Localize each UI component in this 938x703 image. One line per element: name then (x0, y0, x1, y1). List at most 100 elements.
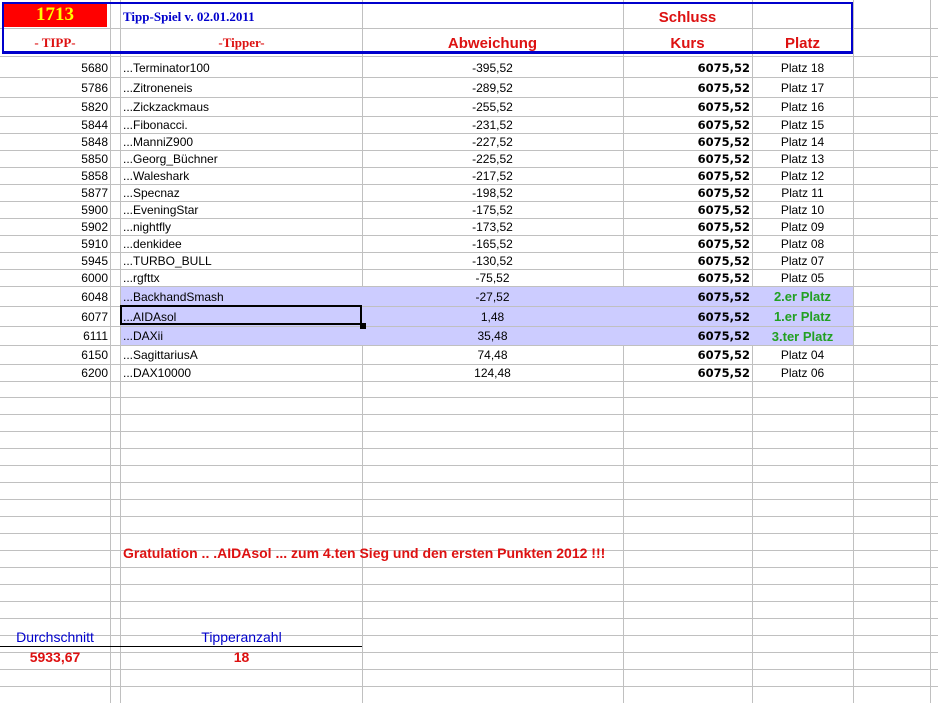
table-row: 5858 ...Waleshark -217,52 6075,52 Platz 12 (0, 168, 938, 185)
kurs-value[interactable]: 6075,52 (623, 98, 752, 116)
platz-value[interactable]: Platz 06 (752, 365, 853, 381)
tipp-value[interactable]: 5902 (0, 219, 110, 235)
tipp-value[interactable]: 6200 (0, 365, 110, 381)
abweichung-value[interactable]: -27,52 (362, 287, 623, 306)
kurs-value[interactable]: 6075,52 (623, 365, 752, 381)
abweichung-value[interactable]: -225,52 (362, 151, 623, 167)
platz-value[interactable]: Platz 08 (752, 236, 853, 252)
kurs-value[interactable]: 6075,52 (623, 202, 752, 218)
tipp-value[interactable]: 5680 (0, 58, 110, 77)
average-label: Durchschnitt (16, 629, 94, 645)
platz-value[interactable]: 2.er Platz (752, 287, 853, 306)
platz-value[interactable]: Platz 12 (752, 168, 853, 184)
platz-value[interactable]: Platz 04 (752, 346, 853, 364)
tipp-value[interactable]: 6000 (0, 270, 110, 286)
tipper-name[interactable]: ...Zickzackmaus (121, 98, 362, 116)
tipp-value[interactable]: 5945 (0, 253, 110, 269)
tipp-value[interactable]: 6077 (0, 307, 110, 326)
abweichung-value[interactable]: -227,52 (362, 134, 623, 150)
platz-value[interactable]: Platz 07 (752, 253, 853, 269)
tipp-value[interactable]: 5786 (0, 78, 110, 97)
table-row: 5902 ...nightfly -173,52 6075,52 Platz 09 (0, 219, 938, 236)
tipp-value[interactable]: 5848 (0, 134, 110, 150)
kurs-value[interactable]: 6075,52 (623, 253, 752, 269)
tipper-name[interactable]: ...nightfly (121, 219, 362, 235)
platz-value[interactable]: 1.er Platz (752, 307, 853, 326)
tipper-name[interactable]: ...Specnaz (121, 185, 362, 201)
platz-value[interactable]: Platz 10 (752, 202, 853, 218)
abweichung-value[interactable]: -75,52 (362, 270, 623, 286)
abweichung-value[interactable]: -130,52 (362, 253, 623, 269)
tipp-value[interactable]: 6111 (0, 327, 110, 345)
kurs-value[interactable]: 6075,52 (623, 219, 752, 235)
platz-value[interactable]: Platz 14 (752, 134, 853, 150)
abweichung-value[interactable]: -175,52 (362, 202, 623, 218)
tipper-name[interactable]: ...DAXii (121, 327, 362, 345)
abweichung-value[interactable]: 74,48 (362, 346, 623, 364)
kurs-value[interactable]: 6075,52 (623, 117, 752, 133)
abweichung-value[interactable]: 124,48 (362, 365, 623, 381)
kurs-value[interactable]: 6075,52 (623, 78, 752, 97)
tipper-name[interactable]: ...Zitroneneis (121, 78, 362, 97)
abweichung-value[interactable]: -289,52 (362, 78, 623, 97)
abweichung-value[interactable]: -255,52 (362, 98, 623, 116)
kurs-value[interactable]: 6075,52 (623, 168, 752, 184)
tipp-value[interactable]: 5877 (0, 185, 110, 201)
tipp-value[interactable]: 5900 (0, 202, 110, 218)
abweichung-value[interactable]: 1,48 (362, 307, 623, 326)
tipper-name[interactable]: ...EveningStar (121, 202, 362, 218)
kurs-value[interactable]: 6075,52 (623, 58, 752, 77)
table-row: 5910 ...denkidee -165,52 6075,52 Platz 08 (0, 236, 938, 253)
kurs-value[interactable]: 6075,52 (623, 287, 752, 306)
fill-handle[interactable] (360, 323, 366, 329)
tipper-name[interactable]: ...denkidee (121, 236, 362, 252)
abweichung-value[interactable]: -231,52 (362, 117, 623, 133)
kurs-value[interactable]: 6075,52 (623, 346, 752, 364)
tipper-name[interactable]: ...rgfttx (121, 270, 362, 286)
tipp-value[interactable]: 6048 (0, 287, 110, 306)
platz-value[interactable]: Platz 18 (752, 58, 853, 77)
kurs-value[interactable]: 6075,52 (623, 134, 752, 150)
platz-value[interactable]: Platz 11 (752, 185, 853, 201)
table-row: 5945 ...TURBO_BULL -130,52 6075,52 Platz 07 (0, 253, 938, 270)
tipper-name[interactable]: ...Georg_Büchner (121, 151, 362, 167)
tipper-name[interactable]: ...SagittariusA (121, 346, 362, 364)
kurs-value[interactable]: 6075,52 (623, 307, 752, 326)
tipper-name[interactable]: ...DAX10000 (121, 365, 362, 381)
platz-value[interactable]: Platz 17 (752, 78, 853, 97)
tipp-value[interactable]: 5820 (0, 98, 110, 116)
tipp-value[interactable]: 6150 (0, 346, 110, 364)
kurs-value[interactable]: 6075,52 (623, 327, 752, 345)
tipp-value[interactable]: 5910 (0, 236, 110, 252)
table-row: 5786 ...Zitroneneis -289,52 6075,52 Platz 17 (0, 78, 938, 98)
abweichung-value[interactable]: -217,52 (362, 168, 623, 184)
tipp-value[interactable]: 5850 (0, 151, 110, 167)
kurs-value[interactable]: 6075,52 (623, 236, 752, 252)
tipper-name[interactable]: ...ManniZ900 (121, 134, 362, 150)
kurs-value[interactable]: 6075,52 (623, 151, 752, 167)
platz-value[interactable]: Platz 15 (752, 117, 853, 133)
platz-value[interactable]: 3.ter Platz (752, 327, 853, 345)
tipper-name[interactable]: ...Waleshark (121, 168, 362, 184)
abweichung-value[interactable]: -173,52 (362, 219, 623, 235)
abweichung-value[interactable]: -165,52 (362, 236, 623, 252)
header-border (2, 2, 853, 54)
kurs-value[interactable]: 6075,52 (623, 270, 752, 286)
abweichung-value[interactable]: -198,52 (362, 185, 623, 201)
abweichung-value[interactable]: -395,52 (362, 58, 623, 77)
abweichung-value[interactable]: 35,48 (362, 327, 623, 345)
tipper-name[interactable]: ...Fibonacci. (121, 117, 362, 133)
tipper-name[interactable]: ...BackhandSmash (121, 287, 362, 306)
tipper-name[interactable]: ...Terminator100 (121, 58, 362, 77)
tipp-value[interactable]: 5844 (0, 117, 110, 133)
tipp-value[interactable]: 5858 (0, 168, 110, 184)
platz-value[interactable]: Platz 13 (752, 151, 853, 167)
table-row: 5850 ...Georg_Büchner -225,52 6075,52 Platz … (0, 151, 938, 168)
platz-value[interactable]: Platz 09 (752, 219, 853, 235)
kurs-value[interactable]: 6075,52 (623, 185, 752, 201)
selected-cell[interactable] (120, 305, 362, 325)
congratulation-message: Gratulation .. .AIDAsol ... zum 4.ten Si… (123, 545, 606, 561)
platz-value[interactable]: Platz 16 (752, 98, 853, 116)
platz-value[interactable]: Platz 05 (752, 270, 853, 286)
tipper-name[interactable]: ...TURBO_BULL (121, 253, 362, 269)
